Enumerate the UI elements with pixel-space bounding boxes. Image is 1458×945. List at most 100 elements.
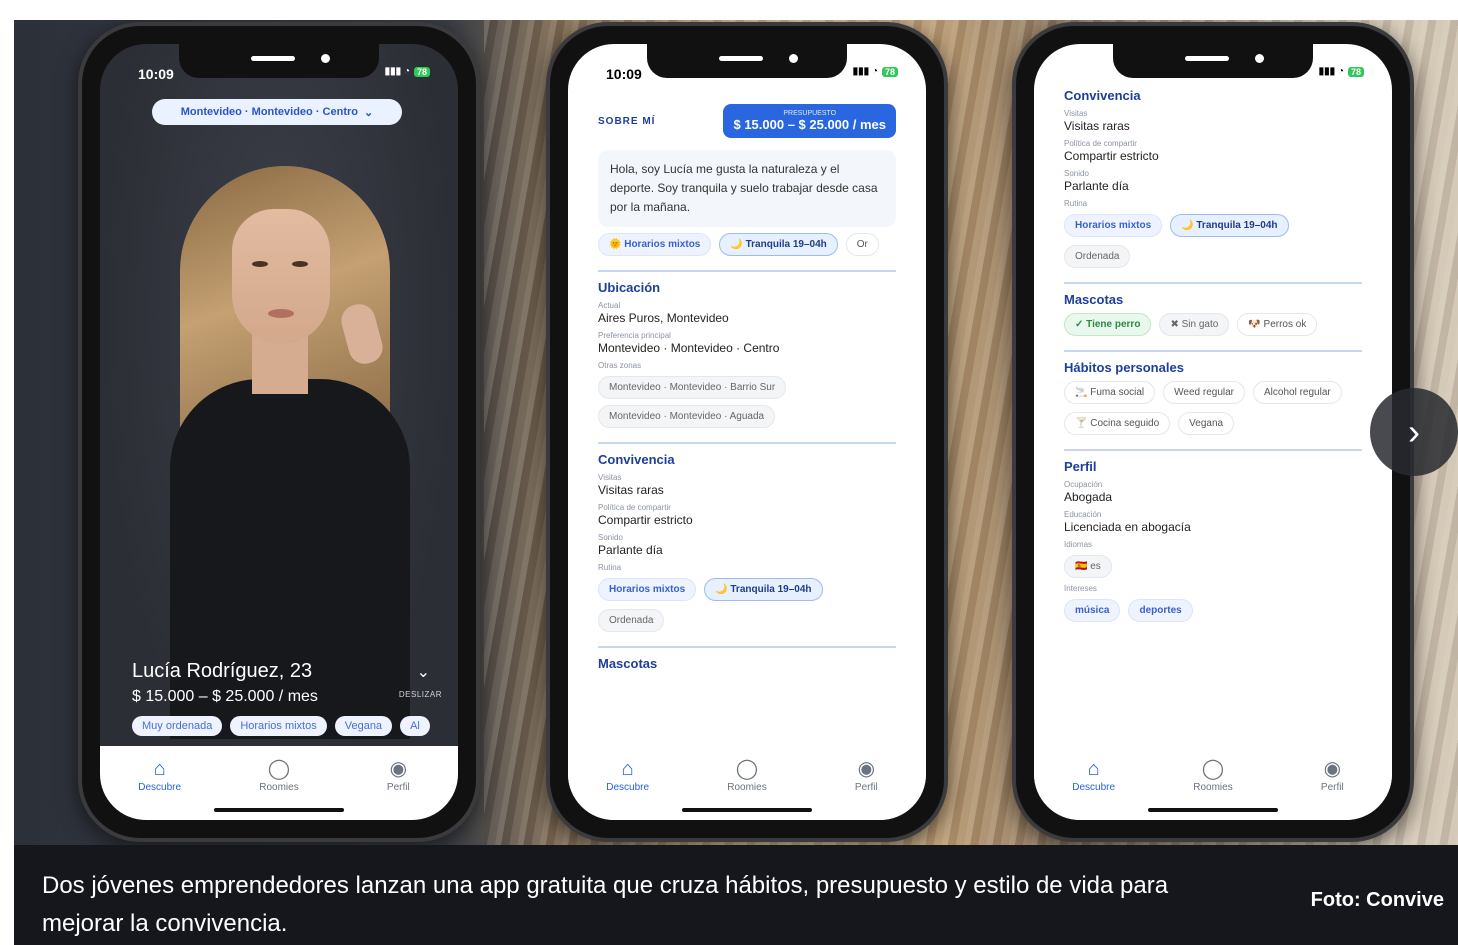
field-value: Aires Puros, Montevideo [598,311,729,325]
status-icons: ▮▮▮ ◔ 78 [385,66,430,77]
divider [598,270,896,272]
intereses-chips: música deportes [1064,599,1362,622]
phone-screen: ▮▮▮ ◔ 78 Convivencia Visitas Visitas rar… [1034,44,1392,820]
section-title: Mascotas [1064,292,1124,307]
field-value: Parlante día [1064,179,1129,193]
chip: Horarios mixtos [598,578,697,601]
tag: Vegana [334,716,393,736]
section-title: Hábitos personales [1064,360,1184,375]
field-label: Actual [598,301,621,310]
habitos-chips: 🚬 Fuma social Weed regular Alcohol regul… [1064,381,1362,435]
field-label: Ocupación [1064,480,1103,489]
chip: 🌞 Horarios mixtos [598,233,712,256]
field-label: Política de compartir [1064,139,1137,148]
battery-indicator: 78 [413,66,430,77]
field-value: Compartir estricto [1064,149,1159,163]
section-title: Perfil [1064,459,1097,474]
field-label: Rutina [598,563,622,572]
field-value: Montevideo · Montevideo · Centro [598,341,780,355]
chip: Or [845,233,879,256]
rutina-chips: Horarios mixtos 🌙 Tranquila 19–04h Orden… [1064,214,1362,268]
chip: 🍸 Cocina seguido [1064,412,1171,435]
divider [598,442,896,444]
tab-perfil[interactable]: ◉ Perfil [826,758,906,820]
tab-descubre[interactable]: ⌂ Descubre [588,758,668,820]
phone-notch [179,44,379,78]
budget-badge: PRESUPUESTO $ 15.000 – $ 25.000 / mes [723,104,896,138]
section-title: Convivencia [598,452,675,467]
next-slide-button[interactable]: › [1370,388,1458,476]
chevron-right-icon: › [1408,411,1420,452]
photo-credit: Foto: Convive [1310,889,1444,911]
other-zones: Montevideo · Montevideo · Barrio Sur Mon… [598,376,896,428]
phone-profile-detail-scrolled: ▮▮▮ ◔ 78 Convivencia Visitas Visitas rar… [1012,22,1414,842]
field-label: Visitas [1064,109,1088,118]
field-label: Política de compartir [598,503,671,512]
chat-icon: ◯ [735,758,759,780]
profile-icon: ◉ [389,758,408,780]
idiomas-chips: 🇪🇸 es [1064,555,1362,578]
chevron-down-icon: ⌄ [364,106,374,119]
budget-label: PRESUPUESTO [783,110,837,117]
home-icon: ⌂ [621,758,634,780]
divider [1064,282,1362,284]
location-selector[interactable]: Montevideo · Montevideo · Centro ⌄ [152,99,402,125]
section-title: Mascotas [598,656,658,671]
phone-notch [647,44,847,78]
chip: Alcohol regular [1253,381,1342,404]
home-icon: ⌂ [153,758,166,780]
photo-caption: Dos jóvenes emprendedores lanzan una app… [14,845,1458,945]
profile-budget: $ 15.000 – $ 25.000 / mes [132,688,318,705]
field-label: Intereses [1064,584,1097,593]
field-value: Abogada [1064,490,1113,504]
tab-descubre[interactable]: ⌂ Descubre [120,758,200,820]
mascotas-chips: ✓ Tiene perro ✖ Sin gato 🐶 Perros ok [1064,313,1362,336]
field-label: Preferencia principal [598,331,671,340]
battery-indicator: 78 [1347,66,1364,77]
field-label: Sonido [598,533,623,542]
tab-descubre[interactable]: ⌂ Descubre [1054,758,1134,820]
profile-detail-content[interactable]: Convivencia Visitas Visitas raras Políti… [1064,84,1362,740]
phone-profile-detail: 10:09 ▮▮▮ ◔ 78 SOBRE MÍ PRESUPUESTO $ 15… [546,22,948,842]
chip: 🚬 Fuma social [1064,381,1156,404]
photo-gallery: 10:09 ▮▮▮ ◔ 78 Montevideo · Montevideo ·… [14,20,1458,845]
section-title: Convivencia [1064,88,1141,103]
tab-perfil[interactable]: ◉ Perfil [1292,758,1372,820]
home-indicator [682,808,812,812]
chip: Ordenada [1064,245,1131,268]
chip: ✖ Sin gato [1159,313,1230,336]
budget-value: $ 15.000 – $ 25.000 / mes [733,117,886,132]
chip: Weed regular [1163,381,1245,404]
chip: Horarios mixtos [1064,214,1163,237]
phone-screen: 10:09 ▮▮▮ ◔ 78 SOBRE MÍ PRESUPUESTO $ 15… [568,44,926,820]
location-label: Montevideo · Montevideo · Centro [180,106,358,118]
chat-icon: ◯ [267,758,291,780]
status-time: 10:09 [138,66,174,82]
profile-tags: Muy ordenada Horarios mixtos Vegana Al [132,716,430,736]
profile-icon: ◉ [1323,758,1342,780]
bio-text: Hola, soy Lucía me gusta la naturaleza y… [598,150,896,227]
field-label: Otras zonas [598,361,642,370]
field-label: Rutina [1064,199,1088,208]
bio-chips: 🌞 Horarios mixtos 🌙 Tranquila 19–04h Or [598,233,896,256]
chip: Vegana [1178,412,1235,435]
profile-name: Lucía Rodríguez, 23 [132,660,313,682]
field-label: Educación [1064,510,1102,519]
chip: deportes [1128,599,1193,622]
chip: 🌙 Tranquila 19–04h [719,233,838,256]
field-value: Licenciada en abogacía [1064,520,1191,534]
chat-icon: ◯ [1201,758,1225,780]
zone-chip: Montevideo · Montevideo · Barrio Sur [598,376,787,399]
chip: Ordenada [598,609,665,632]
caption-text: Dos jóvenes emprendedores lanzan una app… [42,872,1169,937]
profile-detail-content[interactable]: SOBRE MÍ PRESUPUESTO $ 15.000 – $ 25.000… [598,104,896,740]
chevron-down-icon[interactable]: ⌄ [417,662,430,682]
swipe-hint: DESLIZAR [398,690,442,699]
battery-indicator: 78 [881,66,898,77]
phone-notch [1113,44,1313,78]
chip: 🐶 Perros ok [1237,313,1318,336]
tab-perfil[interactable]: ◉ Perfil [358,758,438,820]
about-label: SOBRE MÍ [598,115,656,127]
divider [1064,449,1362,451]
about-header: SOBRE MÍ PRESUPUESTO $ 15.000 – $ 25.000… [598,104,896,138]
